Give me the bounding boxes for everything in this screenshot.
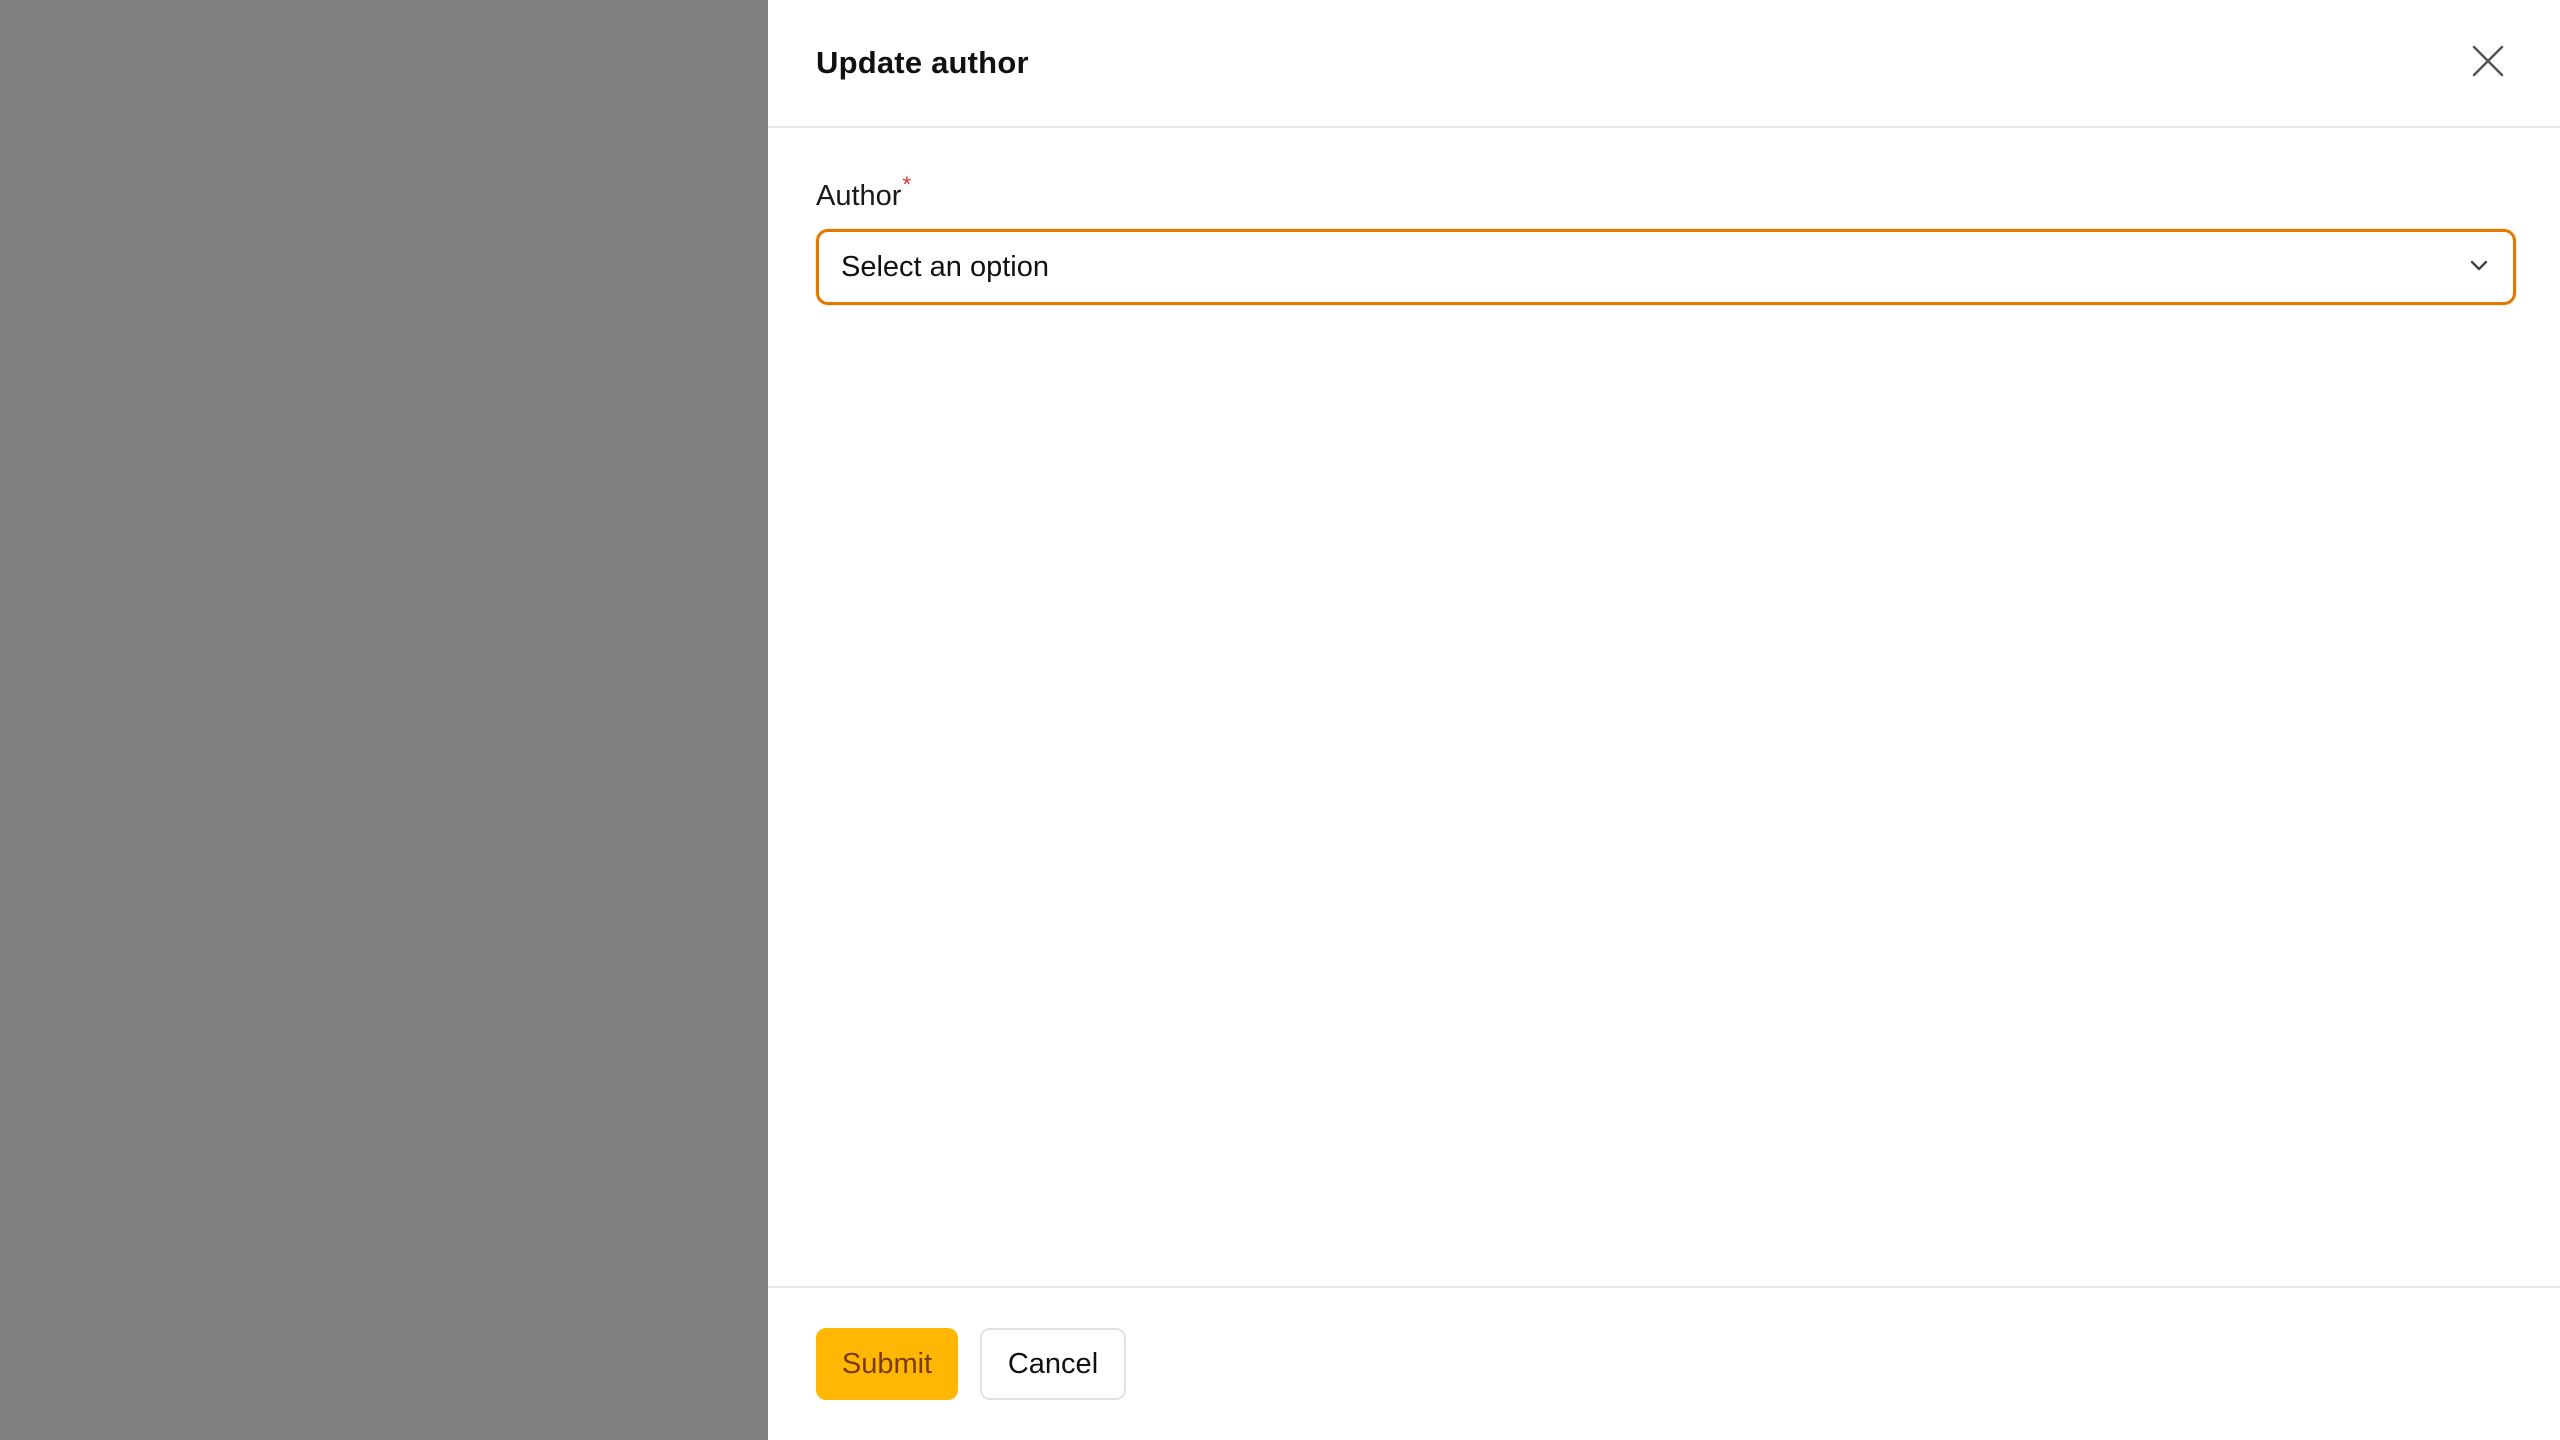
close-button[interactable] [2464, 39, 2512, 87]
submit-button[interactable]: Submit [816, 1328, 958, 1400]
author-select[interactable]: Select an option [816, 229, 2516, 305]
required-indicator: * [902, 172, 912, 197]
close-icon [2471, 44, 2505, 83]
cancel-button[interactable]: Cancel [980, 1328, 1126, 1400]
update-author-drawer: Update author Author* Select an option S… [768, 0, 2560, 1440]
author-label-text: Author [816, 180, 902, 212]
drawer-body: Author* Select an option [768, 128, 2560, 1286]
drawer-footer: Submit Cancel [768, 1286, 2560, 1440]
drawer-title: Update author [816, 45, 1029, 80]
author-select-value: Select an option [841, 250, 1049, 283]
modal-backdrop[interactable] [0, 0, 768, 1440]
drawer-header: Update author [768, 0, 2560, 128]
author-field-label: Author* [816, 172, 911, 213]
chevron-down-icon [2467, 253, 2491, 282]
